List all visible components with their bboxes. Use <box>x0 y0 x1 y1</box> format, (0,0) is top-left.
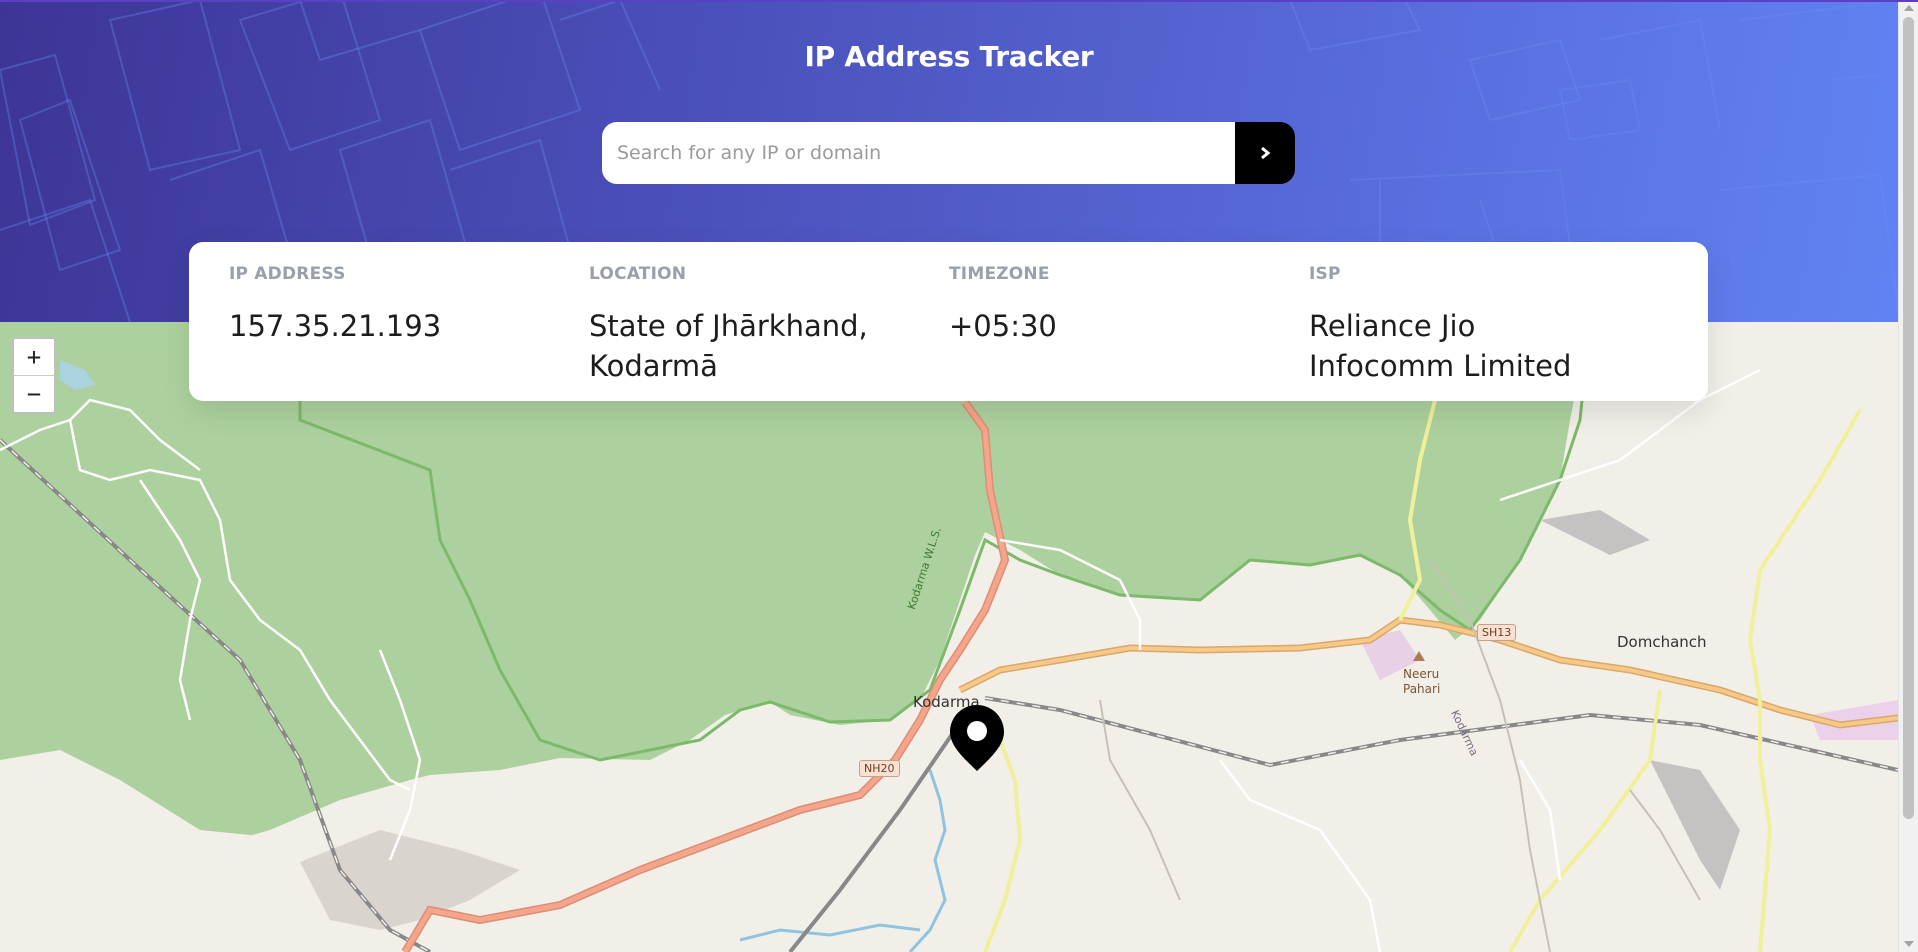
scrollbar[interactable] <box>1898 0 1918 952</box>
timezone-section: TIMEZONE +05:30 <box>909 242 1269 401</box>
info-card: IP ADDRESS 157.35.21.193 LOCATION State … <box>189 242 1708 401</box>
ip-address-value: 157.35.21.193 <box>229 309 442 343</box>
zoom-control: + − <box>12 337 56 414</box>
scroll-up-arrow[interactable] <box>1904 5 1914 11</box>
page-title: IP Address Tracker <box>804 40 1094 73</box>
map-label-domchanch: Domchanch <box>1617 633 1707 651</box>
location-label: LOCATION <box>589 264 687 284</box>
isp-section: ISP Reliance Jio Infocomm Limited <box>1269 242 1629 401</box>
map-label-neeru: Neeru <box>1403 667 1440 681</box>
timezone-label: TIMEZONE <box>949 264 1050 284</box>
map-label-pahari: Pahari <box>1403 682 1441 696</box>
scroll-down-arrow[interactable] <box>1904 941 1914 947</box>
ip-address-section: IP ADDRESS 157.35.21.193 <box>189 242 549 401</box>
location-value: State of Jhārkhand, Kodarmā <box>589 309 868 383</box>
road-shield-nh20: NH20 <box>859 760 900 777</box>
zoom-out-button[interactable]: − <box>14 375 54 412</box>
search-bar <box>602 122 1295 184</box>
top-accent-line <box>0 0 1918 2</box>
map-tiles <box>0 322 1898 952</box>
search-input[interactable] <box>602 122 1235 184</box>
scroll-thumb[interactable] <box>1903 17 1914 819</box>
isp-value: Reliance Jio Infocomm Limited <box>1309 309 1572 383</box>
location-pin-icon[interactable] <box>948 703 1006 773</box>
peak-icon <box>1413 651 1425 661</box>
location-section: LOCATION State of Jhārkhand, Kodarmā <box>549 242 909 401</box>
map[interactable]: Kodarma Domchanch Neeru Pahari Kodarma W… <box>0 322 1898 952</box>
road-shield-sh13: SH13 <box>1477 624 1517 641</box>
ip-address-label: IP ADDRESS <box>229 264 346 284</box>
chevron-right-icon <box>1261 146 1271 160</box>
timezone-value: +05:30 <box>949 309 1057 343</box>
search-submit-button[interactable] <box>1235 122 1295 184</box>
zoom-in-button[interactable]: + <box>14 339 54 375</box>
isp-label: ISP <box>1309 264 1341 284</box>
